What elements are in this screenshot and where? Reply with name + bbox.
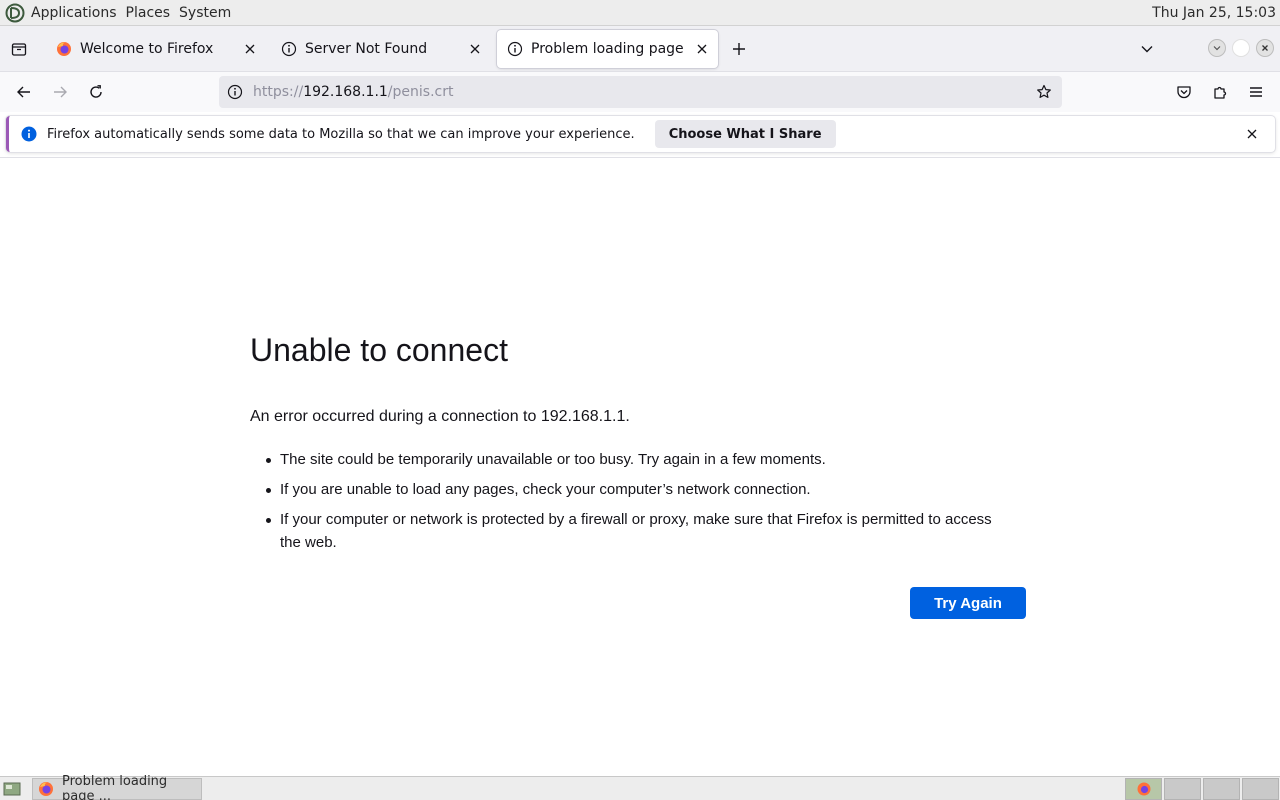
firefox-view-button[interactable] (0, 30, 38, 68)
chevron-down-icon (1141, 46, 1153, 53)
choose-what-i-share-button[interactable]: Choose What I Share (654, 120, 836, 148)
tab-problem-loading-page[interactable]: Problem loading page (497, 30, 718, 68)
bottom-taskbar: Problem loading page ... (0, 774, 1280, 800)
workspace-4[interactable] (1242, 778, 1279, 800)
navigation-toolbar: https://192.168.1.1/penis.crt (0, 71, 1280, 112)
tab-strip: Welcome to Firefox Server Not Found Prob… (0, 26, 1280, 71)
maximize-window-button[interactable] (1232, 39, 1250, 57)
site-info-icon[interactable] (221, 84, 249, 100)
extensions-button[interactable] (1206, 78, 1234, 106)
workspace-1[interactable] (1125, 778, 1162, 800)
distro-logo-icon[interactable] (4, 2, 26, 24)
clock[interactable]: Thu Jan 25, 15:03 (1152, 5, 1276, 21)
pocket-icon (1177, 86, 1191, 99)
content-divider (0, 157, 1280, 158)
url-path: /penis.crt (387, 84, 454, 100)
tab-title: Problem loading page (531, 41, 684, 57)
info-icon (507, 41, 523, 57)
workspace-2[interactable] (1164, 778, 1201, 800)
system-menu[interactable]: System (179, 5, 231, 21)
firefox-view-icon (11, 42, 27, 56)
info-icon (281, 41, 297, 57)
close-tab-icon[interactable] (238, 37, 262, 61)
list-item: If you are unable to load any pages, che… (266, 478, 1016, 501)
app-menu-button[interactable] (1242, 78, 1270, 106)
firefox-icon (56, 41, 72, 57)
arrow-left-icon (17, 86, 30, 98)
workspace-3[interactable] (1203, 778, 1240, 800)
system-top-panel: Applications Places System Thu Jan 25, 1… (0, 0, 1280, 26)
hamburger-menu-icon (1250, 87, 1262, 97)
try-again-button[interactable]: Try Again (910, 587, 1026, 619)
show-desktop-icon[interactable] (2, 779, 22, 799)
taskbar-window-button[interactable]: Problem loading page ... (32, 774, 202, 800)
list-all-tabs-button[interactable] (1134, 36, 1160, 62)
url-scheme: https:// (253, 84, 304, 100)
data-collection-notification: Firefox automatically sends some data to… (6, 116, 1275, 152)
close-tab-icon[interactable] (690, 37, 714, 61)
tab-title: Server Not Found (305, 41, 428, 57)
close-icon[interactable] (1243, 125, 1261, 143)
reload-icon (90, 85, 102, 98)
info-icon (21, 126, 37, 142)
list-item: The site could be temporarily unavailabl… (266, 448, 1016, 471)
forward-button[interactable] (46, 78, 74, 106)
url-text[interactable]: https://192.168.1.1/penis.crt (253, 84, 453, 100)
firefox-icon (38, 781, 54, 797)
bookmark-star-icon[interactable] (1032, 80, 1056, 104)
firefox-icon (1137, 782, 1150, 796)
places-menu[interactable]: Places (126, 5, 171, 21)
tab-welcome-to-firefox[interactable]: Welcome to Firefox (46, 30, 266, 68)
new-tab-button[interactable] (726, 36, 752, 62)
taskbar-window-label: Problem loading page ... (62, 774, 168, 800)
error-title: Unable to connect (250, 332, 508, 368)
close-window-button[interactable] (1256, 39, 1274, 57)
plus-icon (733, 43, 745, 55)
close-tab-icon[interactable] (463, 37, 487, 61)
applications-menu[interactable]: Applications (31, 5, 117, 21)
notification-text: Firefox automatically sends some data to… (47, 126, 635, 142)
puzzle-icon (1214, 86, 1227, 99)
reload-button[interactable] (82, 78, 110, 106)
pocket-button[interactable] (1170, 78, 1198, 106)
url-host: 192.168.1.1 (303, 84, 388, 100)
close-icon (1262, 45, 1268, 51)
minimize-window-button[interactable] (1208, 39, 1226, 57)
chevron-down-icon (1213, 46, 1221, 51)
error-intro: An error occurred during a connection to… (250, 408, 630, 425)
error-suggestions-list: The site could be temporarily unavailabl… (266, 448, 1016, 561)
list-item: If your computer or network is protected… (266, 508, 1016, 554)
url-bar[interactable]: https://192.168.1.1/penis.crt (219, 76, 1062, 108)
tab-server-not-found[interactable]: Server Not Found (271, 30, 491, 68)
tab-title: Welcome to Firefox (80, 41, 214, 57)
arrow-right-icon (54, 86, 67, 98)
back-button[interactable] (10, 78, 38, 106)
